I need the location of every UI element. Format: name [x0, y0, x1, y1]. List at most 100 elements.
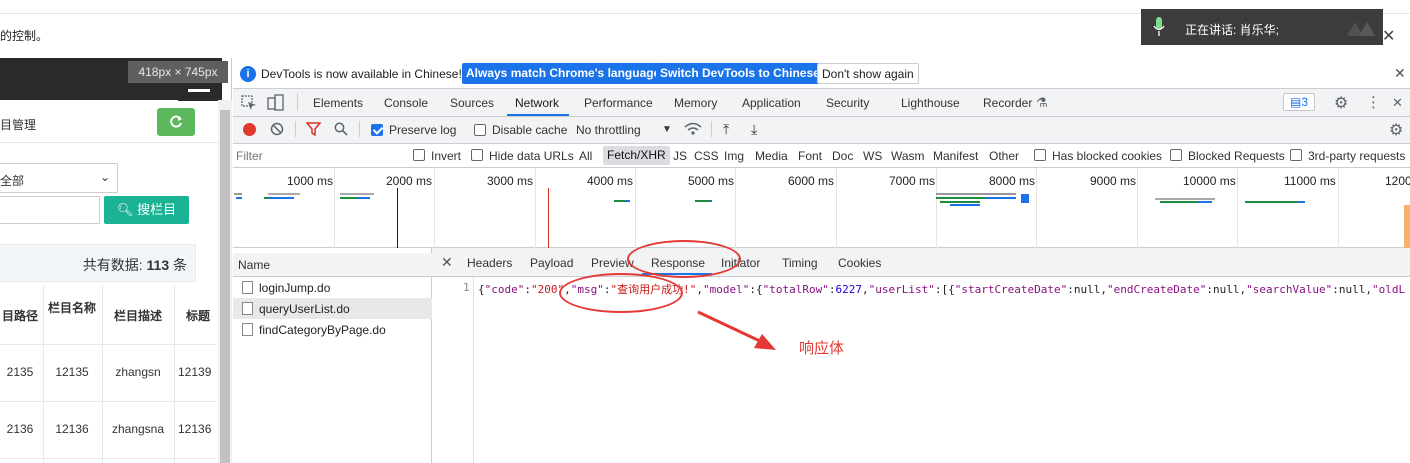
grid-line: [1137, 168, 1138, 248]
tab-sources[interactable]: Sources: [450, 96, 494, 110]
request-name: loginJump.do: [259, 281, 331, 295]
download-icon[interactable]: ⤓: [751, 121, 757, 138]
third-party-checkbox[interactable]: [1290, 149, 1302, 161]
table-header-cell: 目路径: [1, 309, 38, 323]
close-icon[interactable]: ✕: [441, 254, 453, 271]
request-list-header[interactable]: Name: [233, 253, 432, 277]
clear-icon[interactable]: [270, 122, 284, 136]
filter-type-font[interactable]: Font: [798, 149, 822, 163]
waterfall-bar: [936, 193, 1016, 195]
hide-data-urls-label: Hide data URLs: [489, 149, 574, 163]
waterfall-bar: [1198, 201, 1212, 203]
filter-type-js[interactable]: JS: [673, 149, 687, 163]
filter-type-doc[interactable]: Doc: [832, 149, 853, 163]
filter-type-fetch-xhr[interactable]: Fetch/XHR: [603, 146, 670, 165]
tab-cookies[interactable]: Cookies: [838, 256, 881, 270]
table-cell: 12136: [178, 422, 212, 436]
waterfall-bar: [695, 200, 709, 202]
viewport-size-badge: 418px × 745px: [128, 61, 228, 83]
tab-headers[interactable]: Headers: [467, 256, 512, 270]
request-row[interactable]: findCategoryByPage.do: [233, 319, 432, 340]
device-toolbar-icon[interactable]: [267, 94, 285, 112]
waterfall-bar: [268, 193, 300, 195]
tab-lighthouse[interactable]: Lighthouse: [901, 96, 960, 110]
dont-show-again-button[interactable]: Don't show again: [817, 63, 919, 84]
request-row[interactable]: loginJump.do: [233, 277, 432, 298]
filter-type-manifest[interactable]: Manifest: [933, 149, 978, 163]
record-icon[interactable]: [243, 123, 256, 136]
timeline-tick-label: 6000 ms: [788, 174, 835, 188]
menu-icon[interactable]: [178, 83, 220, 101]
preserve-log-checkbox[interactable]: [371, 124, 383, 136]
waterfall-bar: [358, 197, 370, 199]
filter-type-other[interactable]: Other: [989, 149, 1019, 163]
info-icon: i: [240, 66, 256, 82]
gear-icon[interactable]: ⚙: [1389, 120, 1403, 140]
invert-label: Invert: [431, 149, 462, 163]
close-icon[interactable]: ✕: [1394, 65, 1406, 82]
waterfall-bar: [1245, 201, 1297, 203]
invert-checkbox[interactable]: [413, 149, 425, 161]
grid-line: [635, 168, 636, 248]
annotation-ellipse: [559, 273, 683, 313]
search-button[interactable]: 🔍︎ 搜栏目: [104, 196, 189, 224]
tab-network[interactable]: Network: [515, 96, 559, 110]
filter-type-media[interactable]: Media: [755, 149, 788, 163]
has-blocked-cookies-checkbox[interactable]: [1034, 149, 1046, 161]
request-row[interactable]: queryUserList.do: [233, 298, 432, 319]
blocked-requests-checkbox[interactable]: [1170, 149, 1182, 161]
third-party-label: 3rd-party requests: [1308, 149, 1406, 163]
grid-line: [535, 168, 536, 248]
close-icon[interactable]: ✕: [1392, 95, 1403, 111]
more-icon[interactable]: ⋮: [1366, 93, 1381, 111]
tab-application[interactable]: Application: [742, 96, 801, 110]
tab-memory[interactable]: Memory: [674, 96, 717, 110]
tab-performance[interactable]: Performance: [584, 96, 653, 110]
refresh-button[interactable]: [157, 108, 195, 136]
divider: [359, 121, 360, 137]
load-event-marker: [548, 188, 549, 248]
close-icon[interactable]: ✕: [1382, 26, 1395, 46]
network-conditions-icon[interactable]: [683, 121, 703, 137]
filter-type-ws[interactable]: WS: [863, 149, 882, 163]
table-cell: zhangsna: [111, 422, 165, 436]
filter-input[interactable]: [236, 146, 400, 166]
throttling-select[interactable]: No throttling: [576, 123, 641, 137]
search-icon[interactable]: [334, 122, 348, 136]
upload-icon[interactable]: ⤒: [723, 121, 729, 138]
filter-icon[interactable]: [306, 122, 321, 136]
disable-cache-checkbox[interactable]: [474, 124, 486, 136]
waterfall-bar: [940, 201, 980, 203]
code-gutter: [432, 277, 474, 463]
table-header-row: 目路径 栏目名称 栏目描述 标题: [0, 285, 216, 345]
dropdown-arrow-icon[interactable]: ▼: [662, 124, 672, 135]
tab-timing[interactable]: Timing: [782, 256, 818, 270]
search-input[interactable]: [0, 196, 100, 224]
line-number: 1: [463, 281, 470, 294]
filter-type-all[interactable]: All: [579, 149, 592, 163]
waterfall-bar: [1160, 201, 1198, 203]
match-language-button[interactable]: Always match Chrome's language: [462, 63, 665, 84]
waterfall-bar: [340, 193, 374, 195]
filter-type-wasm[interactable]: Wasm: [891, 149, 925, 163]
status-select[interactable]: 全部 ⌄: [0, 163, 118, 193]
issues-badge[interactable]: ▤3: [1283, 93, 1315, 111]
tab-security[interactable]: Security: [826, 96, 869, 110]
table-row[interactable]: 2135 12135 zhangsn 12139: [0, 345, 216, 402]
inspect-element-icon[interactable]: [241, 95, 257, 111]
table-cell: 12135: [55, 365, 89, 379]
filter-type-img[interactable]: Img: [724, 149, 744, 163]
filter-type-css[interactable]: CSS: [694, 149, 719, 163]
tab-console[interactable]: Console: [384, 96, 428, 110]
page-scrollbar[interactable]: [218, 100, 232, 463]
flask-icon: ⚗: [1036, 95, 1048, 110]
table-row[interactable]: 2136 12136 zhangsna 12136: [0, 402, 216, 459]
switch-chinese-button[interactable]: Switch DevTools to Chinese: [656, 63, 824, 84]
hide-data-urls-checkbox[interactable]: [471, 149, 483, 161]
waterfall-bar: [1297, 201, 1305, 203]
tab-payload[interactable]: Payload: [530, 256, 573, 270]
gear-icon[interactable]: ⚙: [1334, 93, 1348, 113]
tab-recorder[interactable]: Recorder: [983, 96, 1032, 110]
tab-elements[interactable]: Elements: [313, 96, 363, 110]
app-logo-icon: [1347, 22, 1375, 36]
